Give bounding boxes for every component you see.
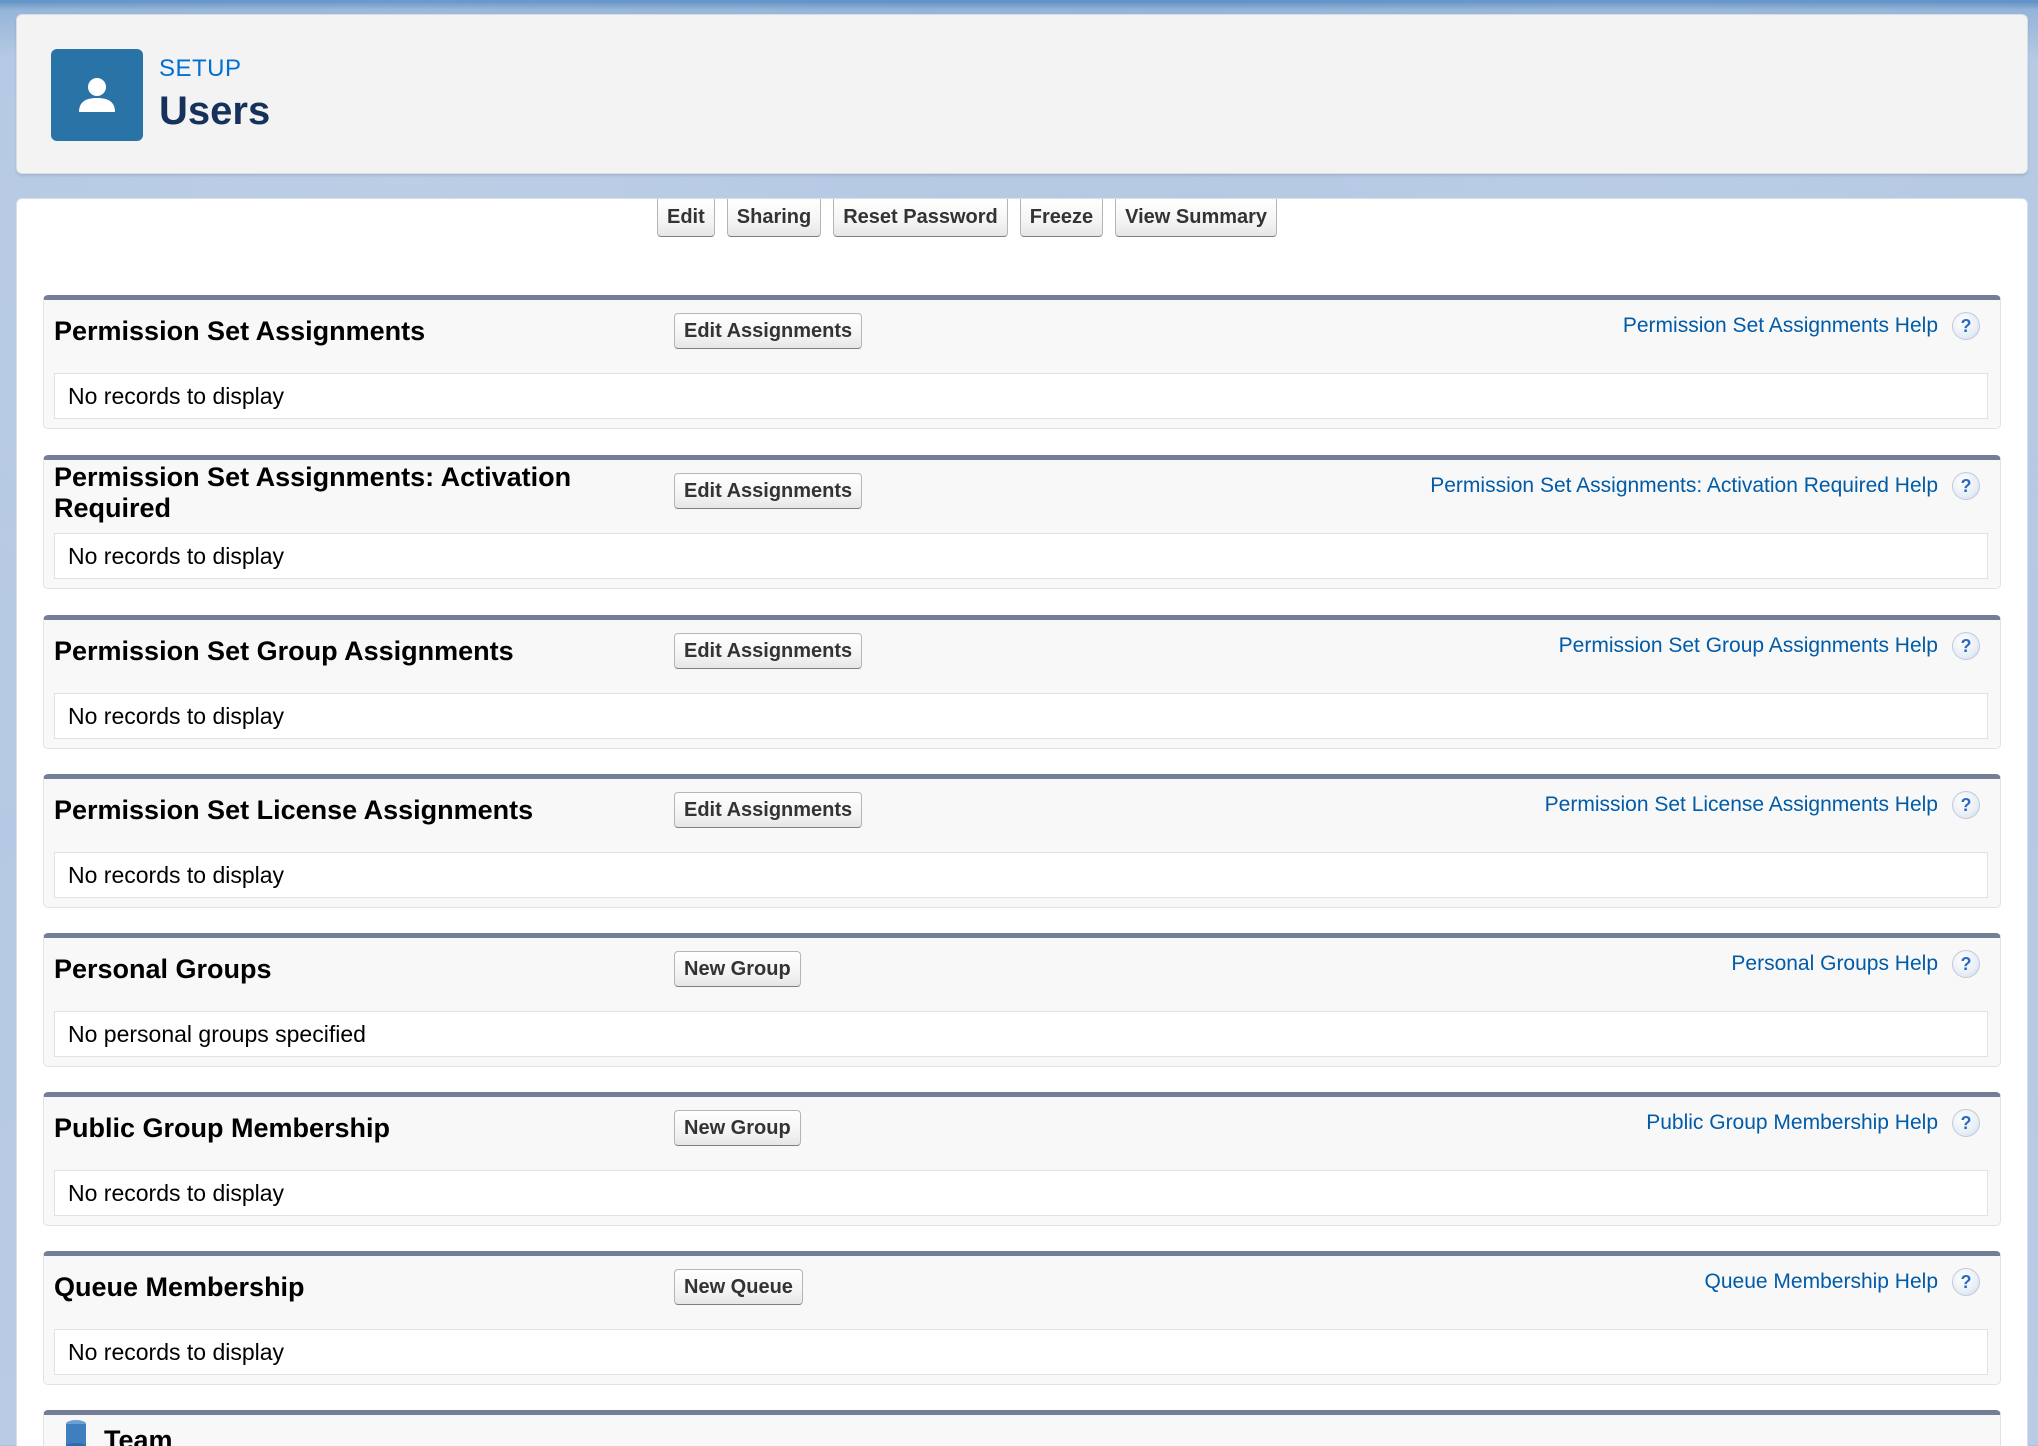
related-list-permission-set-activation-required: Permission Set Assignments: Activation R… <box>43 455 2001 589</box>
main-content: Edit Sharing Reset Password Freeze View … <box>16 198 2028 1446</box>
help-link[interactable]: Queue Membership Help <box>1705 1270 1938 1294</box>
edit-assignments-button[interactable]: Edit Assignments <box>674 313 863 349</box>
user-icon <box>51 49 143 141</box>
help-area: Permission Set Group Assignments Help ? <box>1559 632 1980 660</box>
help-link[interactable]: Permission Set Assignments: Activation R… <box>1430 474 1938 498</box>
section-title: Personal Groups <box>54 954 272 984</box>
related-list-permission-set-assignments: Permission Set Assignments Edit Assignme… <box>43 295 2001 429</box>
related-list-public-group-membership: Public Group Membership New Group Public… <box>43 1092 2001 1226</box>
help-link[interactable]: Permission Set Assignments Help <box>1623 314 1938 338</box>
help-icon[interactable]: ? <box>1952 1109 1980 1137</box>
edit-assignments-button[interactable]: Edit Assignments <box>674 792 863 828</box>
section-title: Queue Membership <box>54 1272 305 1302</box>
section-title: Permission Set Assignments: Activation R… <box>54 462 572 523</box>
help-area: Personal Groups Help ? <box>1731 950 1980 978</box>
view-summary-button[interactable]: View Summary <box>1115 199 1278 237</box>
edit-assignments-button[interactable]: Edit Assignments <box>674 633 863 669</box>
related-list-permission-set-group-assignments: Permission Set Group Assignments Edit As… <box>43 615 2001 749</box>
reset-password-button[interactable]: Reset Password <box>833 199 1008 237</box>
page-header: SETUP Users <box>16 14 2028 174</box>
empty-message: No personal groups specified <box>54 1011 1988 1057</box>
related-list-team: Team <box>43 1410 2001 1446</box>
empty-message: No records to display <box>54 693 1988 739</box>
page-title: Users <box>159 89 271 133</box>
section-title: Team <box>104 1425 173 1446</box>
help-link[interactable]: Personal Groups Help <box>1731 952 1938 976</box>
help-area: Permission Set License Assignments Help … <box>1545 791 1980 819</box>
help-area: Public Group Membership Help ? <box>1646 1109 1980 1137</box>
help-area: Permission Set Assignments: Activation R… <box>1430 472 1980 500</box>
header-eyebrow: SETUP <box>159 55 242 82</box>
help-icon[interactable]: ? <box>1952 791 1980 819</box>
empty-message: No records to display <box>54 852 1988 898</box>
team-icon <box>64 1419 88 1446</box>
edit-button[interactable]: Edit <box>657 199 715 237</box>
empty-message: No records to display <box>54 373 1988 419</box>
edit-assignments-button[interactable]: Edit Assignments <box>674 473 863 509</box>
help-icon[interactable]: ? <box>1952 632 1980 660</box>
help-icon[interactable]: ? <box>1952 312 1980 340</box>
empty-message: No records to display <box>54 533 1988 579</box>
help-link[interactable]: Permission Set Group Assignments Help <box>1559 634 1938 658</box>
help-icon[interactable]: ? <box>1952 950 1980 978</box>
new-group-button[interactable]: New Group <box>674 1110 801 1146</box>
freeze-button[interactable]: Freeze <box>1019 199 1104 237</box>
empty-message: No records to display <box>54 1329 1988 1375</box>
help-area: Permission Set Assignments Help ? <box>1623 312 1980 340</box>
section-title: Permission Set Assignments <box>54 316 426 346</box>
help-icon[interactable]: ? <box>1952 1268 1980 1296</box>
related-list-queue-membership: Queue Membership New Queue Queue Members… <box>43 1251 2001 1385</box>
new-queue-button[interactable]: New Queue <box>674 1269 803 1305</box>
sharing-button[interactable]: Sharing <box>726 199 822 237</box>
help-link[interactable]: Permission Set License Assignments Help <box>1545 793 1938 817</box>
related-list-personal-groups: Personal Groups New Group Personal Group… <box>43 933 2001 1067</box>
section-title: Permission Set Group Assignments <box>54 636 514 666</box>
help-area: Queue Membership Help ? <box>1705 1268 1980 1296</box>
related-list-permission-set-license-assignments: Permission Set License Assignments Edit … <box>43 774 2001 908</box>
detail-toolbar: Edit Sharing Reset Password Freeze View … <box>657 199 1278 239</box>
help-link[interactable]: Public Group Membership Help <box>1646 1111 1938 1135</box>
section-title: Permission Set License Assignments <box>54 795 534 825</box>
help-icon[interactable]: ? <box>1952 472 1980 500</box>
new-group-button[interactable]: New Group <box>674 951 801 987</box>
section-title: Public Group Membership <box>54 1113 391 1143</box>
empty-message: No records to display <box>54 1170 1988 1216</box>
